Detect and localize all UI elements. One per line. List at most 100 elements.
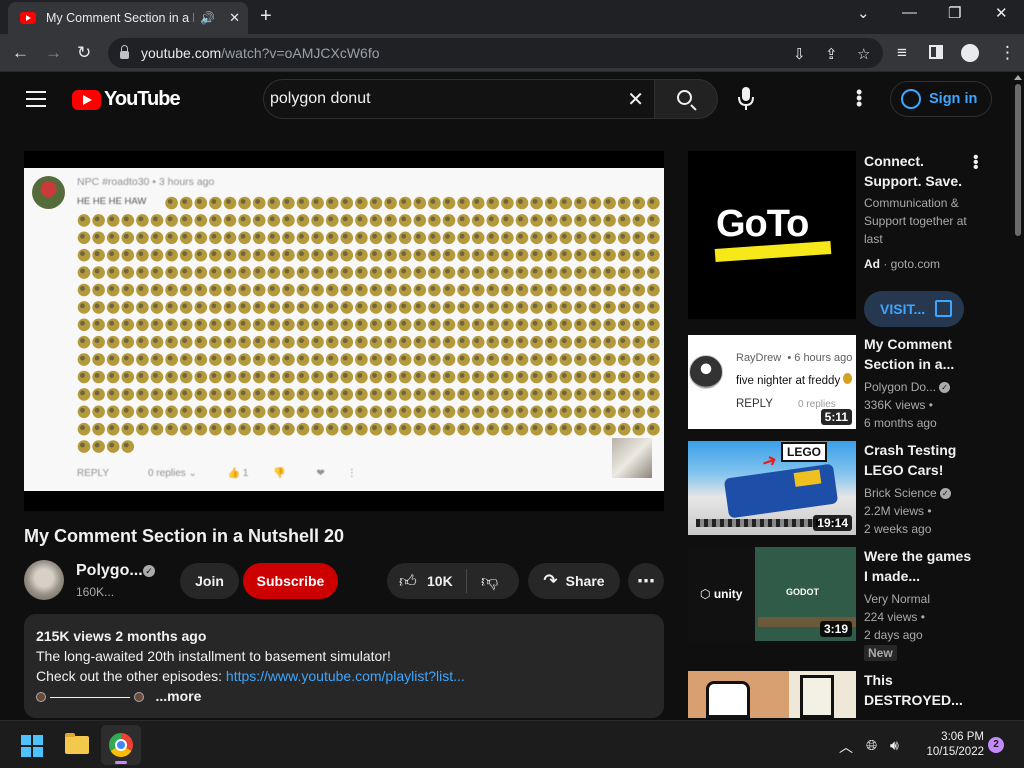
rec-title-2[interactable]: Crash Testing LEGO Cars!: [864, 440, 974, 480]
join-button[interactable]: Join: [180, 563, 239, 599]
tab-search-chevron-icon[interactable]: ⌄: [857, 4, 870, 22]
chrome-taskbar-icon[interactable]: [101, 725, 141, 765]
like-count[interactable]: 10K: [427, 573, 453, 589]
clock-time: 3:06 PM: [941, 731, 984, 743]
rec-title-3[interactable]: Were the games I made...: [864, 546, 974, 586]
donut-emoji-face: [561, 199, 567, 204]
profile-icon[interactable]: [961, 44, 979, 62]
system-clock[interactable]: 3:06 PM 10/15/2022: [918, 730, 984, 760]
bookmark-star-icon[interactable]: ☆: [857, 45, 870, 63]
install-icon[interactable]: ⇩: [793, 45, 806, 63]
lock-icon[interactable]: [120, 45, 129, 59]
donut-emoji-face: [255, 320, 261, 326]
scroll-up-icon[interactable]: [1014, 75, 1022, 80]
more-actions-button[interactable]: ⋯: [628, 563, 664, 599]
donut-emoji-face: [357, 216, 363, 222]
video-player[interactable]: NPC #roadto30 • 3 hours ago HE HE HE HAW…: [24, 151, 664, 511]
search-button[interactable]: [655, 79, 718, 119]
donut-emoji-face: [109, 233, 115, 239]
comment-avatar: [32, 176, 65, 209]
comment-footer: REPLY 0 replies ⌄ 👍 1 👎 ❤ ⋮: [77, 468, 357, 479]
donut-emoji-face: [357, 286, 363, 291]
donut-emoji-face: [459, 216, 465, 222]
donut-emoji-face: [503, 425, 509, 431]
new-tab-button[interactable]: +: [260, 6, 272, 26]
donut-emoji-face: [357, 303, 363, 309]
tray-chevron-icon[interactable]: ︿: [839, 737, 853, 757]
like-thumb-icon[interactable]: 👍︎: [399, 571, 417, 592]
donut-emoji-face: [518, 251, 523, 257]
channel-name[interactable]: Polygo...: [76, 562, 143, 580]
ad-thumbnail[interactable]: GoTo: [688, 151, 856, 319]
close-window-button[interactable]: ✕: [995, 4, 1008, 22]
donut-emoji-face: [138, 286, 144, 291]
donut-emoji-face: [591, 390, 596, 396]
subscribe-button[interactable]: Subscribe: [243, 563, 338, 599]
notification-badge[interactable]: 2: [988, 737, 1004, 753]
rec-thumbnail-4[interactable]: [688, 671, 856, 718]
donut-emoji-face: [401, 320, 407, 326]
donut-emoji-face: [386, 390, 392, 396]
donut-emoji-face: [459, 303, 465, 309]
forward-arrow-icon[interactable]: →: [45, 43, 62, 63]
show-more-link[interactable]: ...more: [155, 688, 201, 704]
donut-emoji-face: [255, 216, 261, 222]
playlist-link[interactable]: https://www.youtube.com/playlist?list...: [226, 668, 465, 684]
windows-start-icon[interactable]: [21, 735, 43, 757]
reload-icon[interactable]: ↻: [77, 43, 91, 63]
ad-more-icon[interactable]: • • •: [973, 150, 979, 176]
donut-emoji-face: [386, 216, 392, 222]
share-button[interactable]: ↷ Share: [528, 563, 620, 599]
scrollbar-thumb[interactable]: [1015, 84, 1021, 236]
settings-more-icon[interactable]: • • •: [856, 83, 862, 113]
address-bar[interactable]: youtube.com/watch?v=oAMJCXcW6fo ⇩ ⇪ ☆: [108, 38, 883, 68]
donut-emoji-face: [605, 303, 611, 309]
side-panel-icon[interactable]: [929, 45, 943, 59]
donut-emoji-face: [123, 355, 129, 361]
donut-emoji-face: [459, 233, 465, 239]
description-box[interactable]: 215K views 2 months ago The long-awaited…: [24, 614, 664, 718]
minimize-button[interactable]: —: [902, 4, 917, 21]
file-explorer-icon[interactable]: [65, 733, 89, 754]
donut-emoji-face: [561, 303, 567, 309]
donut-emoji-face: [313, 303, 319, 309]
rec-title-4[interactable]: This DESTROYED...: [864, 670, 974, 718]
restore-button[interactable]: ❐: [948, 4, 961, 22]
donut-emoji-face: [620, 233, 626, 239]
channel-avatar[interactable]: [24, 560, 64, 600]
share-page-icon[interactable]: ⇪: [825, 45, 838, 63]
media-queue-icon[interactable]: ≡: [897, 43, 907, 63]
clear-search-icon[interactable]: ✕: [627, 87, 644, 112]
donut-emoji-face: [605, 390, 611, 396]
donut-emoji-face: [182, 268, 188, 274]
rec-thumbnail-2[interactable]: LEGO ➜ 19:14: [688, 441, 856, 535]
back-arrow-icon[interactable]: ←: [12, 43, 29, 63]
page-scrollbar[interactable]: [1012, 72, 1024, 718]
donut-emoji-face: [226, 268, 231, 274]
donut-emoji-face: [430, 373, 436, 378]
donut-emoji-face: [561, 425, 567, 431]
donut-emoji-face: [123, 268, 129, 274]
network-globe-icon[interactable]: 🌐︎: [866, 737, 877, 754]
donut-emoji-face: [342, 303, 348, 309]
rec-title-1[interactable]: My Comment Section in a...: [864, 334, 974, 374]
sign-in-button[interactable]: Sign in: [890, 81, 992, 117]
ad-visit-button[interactable]: VISIT...: [864, 291, 964, 327]
volume-icon[interactable]: 🔊︎: [890, 737, 899, 754]
donut-emoji-face: [313, 390, 319, 396]
donut-emoji-face: [328, 216, 334, 222]
close-tab-icon[interactable]: ✕: [229, 10, 240, 26]
rec-thumbnail-1[interactable]: RayDrew • 6 hours ago five nighter at fr…: [688, 335, 856, 429]
speaker-icon[interactable]: 🔊: [200, 11, 215, 25]
donut-emoji-face: [138, 373, 144, 378]
rec-thumbnail-3[interactable]: ⬡ unity GODOT 3:19: [688, 547, 856, 641]
search-input[interactable]: polygon donut ✕: [263, 79, 655, 119]
dislike-thumb-icon[interactable]: 👎︎: [481, 571, 498, 592]
ad-title[interactable]: Connect. Support. Save.: [864, 151, 979, 191]
menu-hamburger-icon[interactable]: [26, 91, 46, 112]
browser-menu-icon[interactable]: ⋮: [999, 43, 1016, 63]
tab-youtube[interactable]: My Comment Section in a N 🔊 ✕: [8, 2, 248, 34]
youtube-logo[interactable]: YouTube: [72, 88, 181, 111]
microphone-icon[interactable]: [736, 86, 756, 112]
donut-emoji-face: [80, 355, 85, 361]
